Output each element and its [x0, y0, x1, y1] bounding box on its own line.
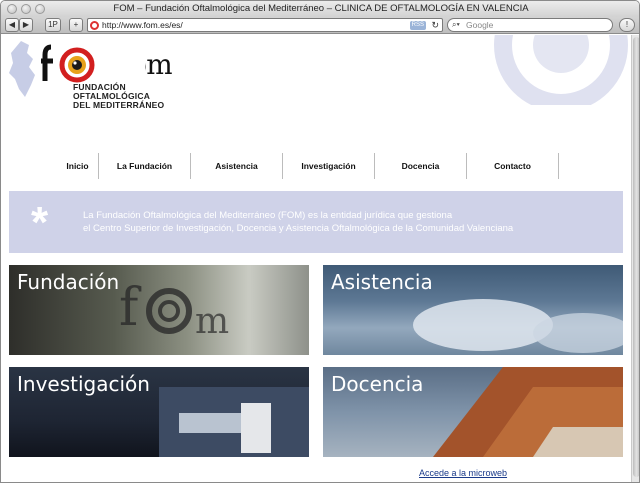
url-text: http://www.fom.es/es/: [102, 20, 183, 30]
browser-toolbar: ◀ ▶ 1P + http://www.fom.es/es/ RSS ↻ ⌕▾ …: [1, 17, 639, 34]
banner-text: La Fundación Oftalmológica del Mediterrá…: [83, 209, 513, 235]
title-bar: FOM – Fundación Oftalmológica del Medite…: [1, 1, 639, 17]
onepassword-button[interactable]: 1P: [45, 18, 61, 32]
close-window-icon[interactable]: [7, 4, 17, 14]
logo-text: FUNDACIÓN OFTALMOLÓGICA DEL MEDITERRÁNEO: [73, 83, 164, 110]
tile-label-asistencia: Asistencia: [331, 270, 433, 294]
region-map-icon: [9, 41, 35, 97]
vertical-scrollbar[interactable]: [631, 35, 639, 482]
fom-logo[interactable]: fom: [41, 43, 172, 83]
forward-arrow-icon: ▶: [22, 20, 30, 29]
scrollbar-thumb[interactable]: [633, 37, 639, 477]
address-bar[interactable]: http://www.fom.es/es/ RSS ↻: [87, 18, 443, 32]
window-title: FOM – Fundación Oftalmológica del Medite…: [113, 3, 529, 14]
svg-text:m: m: [195, 301, 229, 342]
browser-window: FOM – Fundación Oftalmológica del Medite…: [0, 0, 640, 483]
tile-label-docencia: Docencia: [331, 372, 424, 396]
forward-button[interactable]: ▶: [19, 18, 33, 32]
decorative-swirl-icon: [494, 35, 628, 105]
tile-asistencia[interactable]: Asistencia: [323, 265, 623, 355]
back-arrow-icon: ◀: [8, 20, 16, 29]
main-nav: Inicio La Fundación Asistencia Investiga…: [57, 153, 561, 179]
info-icon: !: [625, 20, 629, 29]
nav-item-inicio[interactable]: Inicio: [57, 153, 99, 179]
microweb-link[interactable]: Accede a la microweb: [419, 468, 507, 478]
web-page: fom FUNDACIÓN OFTALMOLÓGICA DEL MEDITERR…: [1, 35, 631, 482]
fom-watermark-icon: f m: [119, 278, 229, 342]
logo-line-3: DEL MEDITERRÁNEO: [73, 100, 165, 110]
search-placeholder: Google: [466, 20, 494, 30]
fom-logo-mark: [41, 44, 95, 83]
nav-item-contacto[interactable]: Contacto: [467, 153, 559, 179]
zoom-window-icon[interactable]: [35, 4, 45, 14]
minimize-window-icon[interactable]: [21, 4, 31, 14]
nav-item-docencia[interactable]: Docencia: [375, 153, 467, 179]
tile-label-investigacion: Investigación: [17, 372, 150, 396]
site-favicon-icon: [90, 21, 99, 30]
rss-button[interactable]: RSS: [409, 21, 426, 30]
asterisk-icon: *: [31, 198, 49, 247]
tile-label-fundacion: Fundación: [17, 270, 120, 294]
nav-item-la-fundacion[interactable]: La Fundación: [99, 153, 191, 179]
building-icon: [433, 367, 623, 457]
back-button[interactable]: ◀: [5, 18, 19, 32]
banner-line-2: el Centro Superior de Investigación, Doc…: [83, 223, 514, 234]
tile-docencia[interactable]: Docencia: [323, 367, 623, 457]
microscope-icon: [159, 387, 309, 457]
tile-investigacion[interactable]: Investigación: [9, 367, 309, 457]
nav-item-asistencia[interactable]: Asistencia: [191, 153, 283, 179]
search-field[interactable]: ⌕▾ Google: [447, 18, 613, 32]
add-bookmark-button[interactable]: +: [69, 18, 83, 32]
info-button[interactable]: !: [619, 18, 635, 32]
gloved-hands-icon: [413, 299, 623, 353]
tile-fundacion[interactable]: f m Fundación: [9, 265, 309, 355]
reload-icon[interactable]: ↻: [431, 19, 439, 31]
nav-item-investigacion[interactable]: Investigación: [283, 153, 375, 179]
svg-text:f: f: [119, 278, 142, 338]
search-icon: ⌕▾: [452, 20, 460, 29]
banner-line-1: La Fundación Oftalmológica del Mediterrá…: [83, 210, 453, 221]
intro-banner: * La Fundación Oftalmológica del Mediter…: [9, 191, 623, 253]
